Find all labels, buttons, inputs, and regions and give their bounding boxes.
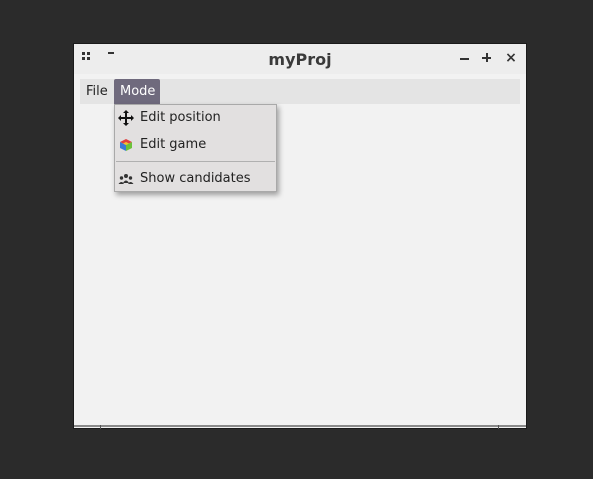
window-bottom-edge xyxy=(74,425,526,427)
menu-mode[interactable]: Mode xyxy=(114,79,160,104)
title-bar[interactable]: myProj × xyxy=(74,44,526,74)
minimize-icon[interactable] xyxy=(460,58,469,60)
people-group-icon xyxy=(118,171,134,187)
resize-handle-left[interactable] xyxy=(100,425,101,429)
menu-item-edit-game[interactable]: Edit game xyxy=(115,133,276,157)
move-arrows-icon xyxy=(118,110,134,126)
app-window: myProj × File Mode xyxy=(74,44,526,428)
menu-separator xyxy=(116,161,275,162)
menu-item-label: Edit game xyxy=(140,137,207,152)
menu-item-show-candidates[interactable]: Show candidates xyxy=(115,167,276,191)
menu-item-label: Edit position xyxy=(140,110,221,125)
colorful-cube-icon xyxy=(118,137,134,153)
menu-item-label: Show candidates xyxy=(140,171,251,186)
menu-item-edit-position[interactable]: Edit position xyxy=(115,106,276,130)
resize-handle-right[interactable] xyxy=(498,425,499,429)
maximize-icon[interactable] xyxy=(482,53,493,64)
menu-file[interactable]: File xyxy=(80,79,114,104)
window-title: myProj xyxy=(268,50,332,69)
menu-bar: File Mode xyxy=(80,79,520,104)
close-icon[interactable]: × xyxy=(505,51,517,65)
mode-dropdown-menu: Edit position Edit game Show candidates xyxy=(114,104,277,192)
